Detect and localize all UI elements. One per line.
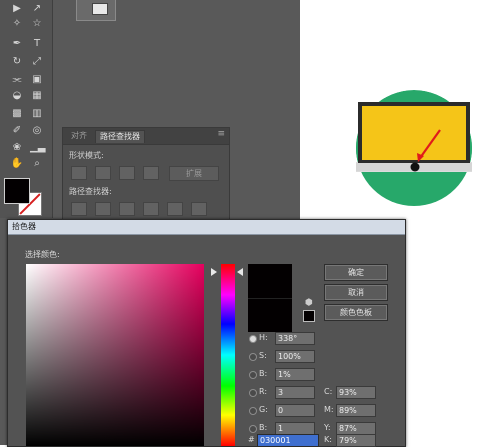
hex-input[interactable]: 030001 — [257, 434, 319, 447]
hue-slider-handle-left[interactable] — [211, 268, 217, 276]
column-graph-icon[interactable]: ▁▃ — [30, 142, 45, 154]
current-color-preview[interactable] — [248, 298, 292, 332]
tab-align[interactable]: 对齐 — [67, 130, 91, 142]
red-input[interactable]: 3 — [275, 386, 315, 399]
monitor-illustration — [356, 90, 472, 206]
panel-tab-bar: 对齐 路径查找器 ≡ — [63, 128, 229, 145]
hue-field: H: 338° — [249, 332, 339, 345]
red-label: R: — [259, 387, 268, 396]
merge-button[interactable] — [119, 202, 135, 216]
brightness-input[interactable]: 1% — [275, 368, 315, 381]
minus-front-button[interactable] — [95, 166, 111, 180]
hex-field: # 030001 — [248, 434, 320, 447]
intersect-button[interactable] — [119, 166, 135, 180]
monitor-screen — [362, 106, 466, 160]
hand-icon[interactable]: ✋ — [10, 158, 24, 170]
crop-button[interactable] — [143, 202, 159, 216]
pathfinders-label: 路径查找器: — [69, 187, 112, 196]
hue-radio[interactable] — [249, 335, 257, 343]
cyan-label: C: — [324, 387, 333, 396]
dialog-title: 拾色器 — [12, 222, 36, 231]
scale-icon[interactable]: ⤢ — [30, 56, 44, 68]
expand-button[interactable]: 扩展 — [169, 166, 219, 181]
exclude-button[interactable] — [143, 166, 159, 180]
symbol-sprayer-icon[interactable]: ❀ — [10, 142, 24, 154]
web-safe-cube-icon[interactable]: ⬢ — [305, 298, 313, 308]
pen-tool-icon[interactable]: ✒ — [10, 38, 24, 50]
thumbnail-preview — [92, 3, 108, 15]
width-tool-icon[interactable]: ⫘ — [10, 74, 24, 86]
magenta-input[interactable]: 89% — [336, 404, 376, 417]
tools-panel: ▶ ↗ ✧ ☆ ✒ T ↻ ⤢ ⫘ ▣ ◒ ▦ ▩ ▥ ✐ ◎ ❀ ▁▃ ✋ ⌕ — [0, 0, 53, 218]
magenta-label: M: — [324, 405, 334, 414]
saturation-input[interactable]: 100% — [275, 350, 315, 363]
hue-input[interactable]: 338° — [275, 332, 315, 345]
cyan-input[interactable]: 93% — [336, 386, 376, 399]
divide-button[interactable] — [71, 202, 87, 216]
cancel-button[interactable]: 取消 — [324, 284, 388, 301]
select-color-label: 选择颜色: — [25, 250, 60, 259]
yellow-field: Y: 87% — [324, 422, 390, 435]
type-tool-icon[interactable]: T — [30, 38, 44, 50]
panel-menu-icon[interactable]: ≡ — [217, 129, 225, 139]
green-label: G: — [259, 405, 268, 414]
magenta-field: M: 89% — [324, 404, 390, 417]
blend-icon[interactable]: ◎ — [30, 125, 44, 137]
brightness-radio[interactable] — [249, 371, 257, 379]
hex-label: # — [248, 435, 255, 444]
pathfinder-panel: 对齐 路径查找器 ≡ 形状模式: 扩展 路径查找器: — [62, 127, 230, 221]
brightness-field: B: 1% — [249, 368, 339, 381]
green-radio[interactable] — [249, 407, 257, 415]
saturation-brightness-field[interactable] — [26, 264, 204, 446]
outline-button[interactable] — [167, 202, 183, 216]
magic-wand-icon[interactable]: ✧ — [10, 18, 24, 30]
direct-selection-tool-icon[interactable]: ↗ — [30, 3, 44, 15]
brightness-label: B: — [259, 369, 268, 378]
mesh-icon[interactable]: ▩ — [10, 108, 24, 120]
unite-button[interactable] — [71, 166, 87, 180]
ok-button[interactable]: 确定 — [324, 264, 388, 281]
minus-back-button[interactable] — [191, 202, 207, 216]
perspective-grid-icon[interactable]: ▦ — [30, 90, 44, 102]
gradient-icon[interactable]: ▥ — [30, 108, 44, 120]
green-input[interactable]: 0 — [275, 404, 315, 417]
zoom-icon[interactable]: ⌕ — [30, 158, 44, 170]
saturation-radio[interactable] — [249, 353, 257, 361]
blue-radio[interactable] — [249, 425, 257, 433]
web-safe-color-swatch[interactable] — [303, 310, 315, 322]
color-swatches-button[interactable]: 颜色色板 — [324, 304, 388, 321]
blue-label: B: — [259, 423, 268, 432]
trim-button[interactable] — [95, 202, 111, 216]
lasso-icon[interactable]: ☆ — [30, 18, 44, 30]
color-picker-dialog: 拾色器 选择颜色: ⬢ 确定 取消 颜色色板 H: 338° S: 100% B… — [7, 219, 406, 447]
saturation-label: S: — [259, 351, 267, 360]
black-label: K: — [324, 435, 332, 444]
document-thumbnail — [76, 0, 116, 21]
selection-tool-icon[interactable]: ▶ — [10, 3, 24, 15]
black-input[interactable]: 79% — [336, 434, 376, 447]
saturation-field: S: 100% — [249, 350, 339, 363]
free-transform-icon[interactable]: ▣ — [30, 74, 44, 86]
rotate-icon[interactable]: ↻ — [10, 56, 24, 68]
dialog-titlebar[interactable]: 拾色器 — [8, 220, 405, 235]
shape-modes-label: 形状模式: — [69, 151, 104, 160]
fill-color-swatch[interactable] — [4, 178, 30, 204]
eyedropper-icon[interactable]: ✐ — [10, 125, 24, 137]
new-color-preview — [248, 264, 292, 298]
hue-label: H: — [259, 333, 268, 342]
hue-slider[interactable] — [221, 264, 235, 446]
yellow-label: Y: — [324, 423, 331, 432]
tab-pathfinder[interactable]: 路径查找器 — [95, 130, 145, 143]
hue-slider-handle-right[interactable] — [237, 268, 243, 276]
black-field: K: 79% — [324, 434, 390, 447]
cyan-field: C: 93% — [324, 386, 390, 399]
red-radio[interactable] — [249, 389, 257, 397]
camera-dot — [410, 162, 420, 172]
shape-builder-icon[interactable]: ◒ — [10, 90, 24, 102]
